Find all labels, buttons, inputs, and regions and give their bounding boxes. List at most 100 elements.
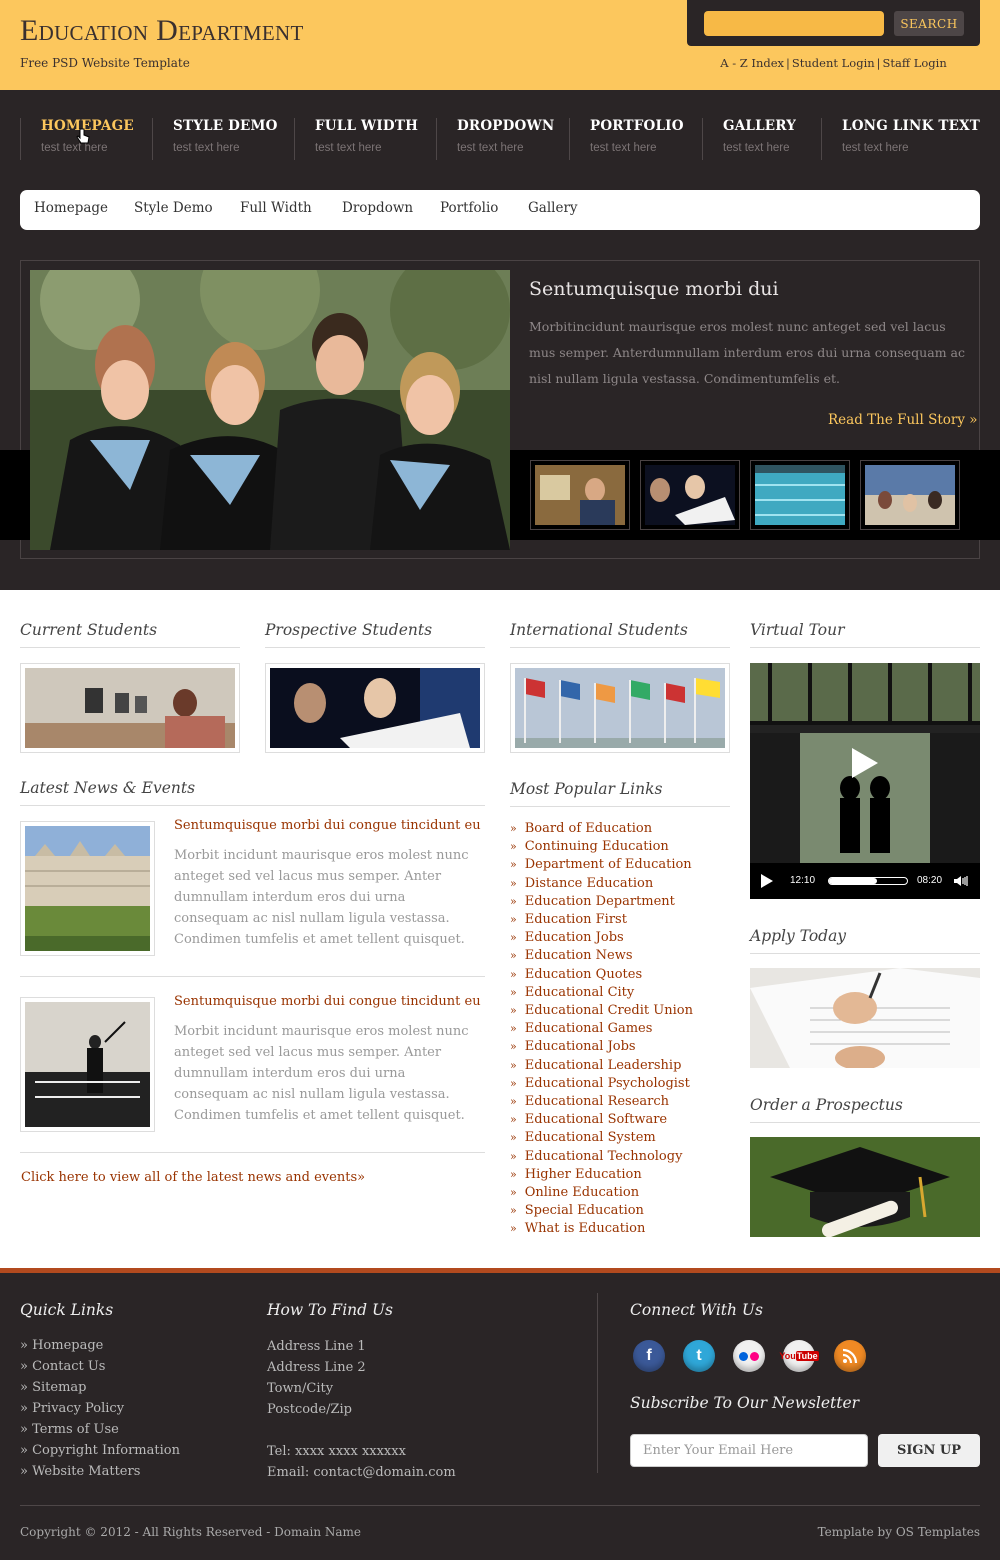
volume-icon[interactable] — [954, 875, 970, 887]
nav-item-long-link[interactable]: LONG LINK TEXT test text here — [821, 118, 980, 160]
subnav-dropdown[interactable]: Dropdown — [342, 200, 413, 216]
popular-link[interactable]: Education Jobs — [510, 929, 730, 947]
popular-link[interactable]: Education News — [510, 947, 730, 965]
nav-item-full-width[interactable]: FULL WIDTH test text here — [294, 118, 418, 160]
footer-link[interactable]: » Homepage — [20, 1335, 180, 1356]
search-button[interactable]: SEARCH — [894, 11, 964, 36]
nav-item-portfolio[interactable]: PORTFOLIO test text here — [569, 118, 684, 160]
featured-image[interactable] — [30, 270, 510, 550]
section-heading: Most Popular Links — [510, 780, 730, 807]
popular-link[interactable]: Educational Leadership — [510, 1057, 730, 1075]
slider-thumb[interactable] — [750, 460, 850, 530]
nav-subtitle: test text here — [457, 142, 524, 154]
subnav-full-width[interactable]: Full Width — [240, 200, 312, 216]
popular-link[interactable]: Board of Education — [510, 820, 730, 838]
featured-text: Morbitincidunt maurisque eros molest nun… — [529, 319, 965, 386]
nav-item-gallery[interactable]: GALLERY test text here — [702, 118, 796, 160]
prospective-students-image[interactable] — [265, 663, 485, 753]
popular-link[interactable]: Educational Games — [510, 1020, 730, 1038]
subnav-homepage[interactable]: Homepage — [34, 200, 108, 216]
subnav-style-demo[interactable]: Style Demo — [134, 200, 213, 216]
slider-thumb[interactable] — [860, 460, 960, 530]
slider-thumb[interactable] — [530, 460, 630, 530]
popular-link[interactable]: Educational Software — [510, 1111, 730, 1129]
twitter-icon[interactable]: t — [683, 1340, 715, 1372]
newsletter-email-input[interactable]: Enter Your Email Here — [630, 1434, 868, 1467]
contact-email[interactable]: Email: contact@domain.com — [267, 1462, 456, 1483]
current-students-image[interactable] — [20, 663, 240, 753]
footer-heading: Subscribe To Our Newsletter — [630, 1394, 860, 1412]
footer-link[interactable]: » Sitemap — [20, 1377, 180, 1398]
read-full-story-link[interactable]: Read The Full Story » — [828, 412, 978, 428]
az-index-link[interactable]: A - Z Index — [718, 56, 786, 70]
student-login-link[interactable]: Student Login — [790, 56, 877, 70]
subnav-gallery[interactable]: Gallery — [528, 200, 578, 216]
footer-heading: Connect With Us — [630, 1301, 763, 1319]
play-icon[interactable] — [760, 873, 774, 889]
popular-link[interactable]: Educational City — [510, 984, 730, 1002]
section-heading: Prospective Students — [265, 621, 485, 648]
signup-button[interactable]: SIGN UP — [878, 1434, 980, 1467]
section-heading: Virtual Tour — [750, 621, 980, 648]
nav-subtitle: test text here — [173, 142, 240, 154]
section-heading: Latest News & Events — [20, 779, 485, 806]
footer-link[interactable]: » Copyright Information — [20, 1440, 180, 1461]
news-text: Morbit incidunt maurisque eros molest nu… — [174, 1024, 469, 1123]
flickr-icon[interactable] — [733, 1340, 765, 1372]
popular-link[interactable]: Department of Education — [510, 856, 730, 874]
popular-link[interactable]: Educational Psychologist — [510, 1075, 730, 1093]
video-progress-track[interactable] — [828, 877, 908, 885]
popular-link[interactable]: Higher Education — [510, 1166, 730, 1184]
site-logo[interactable]: Education Department — [20, 14, 304, 48]
popular-link[interactable]: Educational Technology — [510, 1148, 730, 1166]
divider — [20, 1152, 485, 1153]
nav-item-style-demo[interactable]: STYLE DEMO test text here — [152, 118, 278, 160]
section-heading: Apply Today — [750, 927, 980, 954]
prospectus-image[interactable] — [750, 1137, 980, 1237]
slider-thumb[interactable] — [640, 460, 740, 530]
footer-link[interactable]: » Website Matters — [20, 1461, 180, 1482]
section-heading: Order a Prospectus — [750, 1096, 980, 1123]
popular-link[interactable]: Education Department — [510, 893, 730, 911]
popular-link[interactable]: Educational Credit Union — [510, 1002, 730, 1020]
international-students-image[interactable] — [510, 663, 730, 753]
nav-title: STYLE DEMO — [173, 118, 278, 134]
nav-title: GALLERY — [723, 118, 797, 134]
template-credit[interactable]: Template by OS Templates — [780, 1522, 980, 1543]
footer-link[interactable]: » Terms of Use — [20, 1419, 180, 1440]
address-line: Postcode/Zip — [267, 1402, 352, 1417]
popular-link[interactable]: Distance Education — [510, 875, 730, 893]
subnav-portfolio[interactable]: Portfolio — [440, 200, 498, 216]
popular-link[interactable]: Education First — [510, 911, 730, 929]
facebook-icon[interactable]: f — [633, 1340, 665, 1372]
quick-links-list: » Homepage » Contact Us » Sitemap » Priv… — [20, 1335, 180, 1482]
popular-link[interactable]: Education Quotes — [510, 966, 730, 984]
news-title[interactable]: Sentumquisque morbi dui congue tincidunt… — [174, 818, 481, 833]
apply-today-image[interactable] — [750, 968, 980, 1068]
news-title[interactable]: Sentumquisque morbi dui congue tincidunt… — [174, 994, 481, 1009]
popular-link[interactable]: Educational System — [510, 1129, 730, 1147]
all-news-link[interactable]: Click here to view all of the latest new… — [21, 1170, 365, 1185]
staff-login-link[interactable]: Staff Login — [881, 56, 949, 70]
featured-title[interactable]: Sentumquisque morbi dui — [529, 278, 779, 300]
nav-item-dropdown[interactable]: DROPDOWN test text here — [436, 118, 554, 160]
news-image[interactable] — [20, 821, 155, 956]
popular-link[interactable]: Continuing Education — [510, 838, 730, 856]
popular-link[interactable]: Online Education — [510, 1184, 730, 1202]
youtube-icon[interactable]: You Tube — [779, 1340, 819, 1372]
search-input[interactable] — [704, 11, 884, 36]
nav-subtitle: test text here — [315, 142, 382, 154]
popular-link[interactable]: What is Education — [510, 1220, 730, 1238]
footer-divider — [597, 1293, 598, 1473]
popular-link[interactable]: Educational Jobs — [510, 1038, 730, 1056]
news-image[interactable] — [20, 997, 155, 1132]
virtual-tour-video[interactable]: 12:10 08:20 — [750, 663, 980, 899]
footer-link[interactable]: » Contact Us — [20, 1356, 180, 1377]
rss-icon[interactable] — [834, 1340, 866, 1372]
nav-subtitle: test text here — [842, 142, 909, 154]
footer-link[interactable]: » Privacy Policy — [20, 1398, 180, 1419]
popular-link[interactable]: Educational Research — [510, 1093, 730, 1111]
nav-title: FULL WIDTH — [315, 118, 419, 134]
popular-link[interactable]: Special Education — [510, 1202, 730, 1220]
telephone: Tel: xxxx xxxx xxxxxx — [267, 1444, 406, 1459]
